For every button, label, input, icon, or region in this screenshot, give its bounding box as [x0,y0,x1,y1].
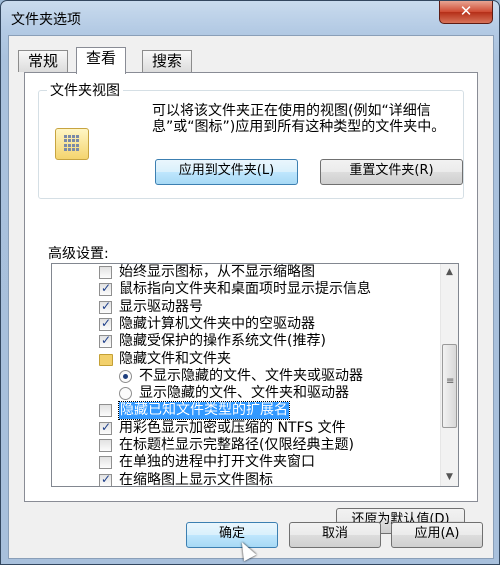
setting-label: 不显示隐藏的文件、文件夹或驱动器 [139,367,363,384]
setting-label: 始终显示图标，从不显示缩略图 [119,264,315,280]
apply-button[interactable]: 应用(A) [391,522,483,548]
setting-label: 隐藏已知文件类型的扩展名 [118,401,290,421]
dialog-panel: 常规 查看 搜索 可以将该文件夹正在使用的视图(例如“详细信息”或“图标”)应用… [8,35,494,559]
folder-views-title: 文件夹视图 [47,80,123,100]
apply-to-folders-button[interactable]: 应用到文件夹(L) [155,159,298,185]
setting-checkbox[interactable] [99,439,112,452]
folder-options-window: 文件夹选项 ✕ 常规 查看 搜索 可以将该文件夹正在使用的视图(例如“详细信息”… [0,0,500,565]
ok-button[interactable]: 确定 [186,522,278,548]
setting-label: 鼠标指向文件夹和桌面项时显示提示信息 [119,281,371,298]
setting-label: 隐藏文件和文件夹 [119,350,231,367]
advanced-settings-label: 高级设置: [48,246,109,262]
window-title: 文件夹选项 [11,12,81,28]
cancel-button[interactable]: 取消 [289,522,381,548]
setting-radio[interactable] [119,369,132,383]
close-button[interactable]: ✕ [439,1,493,24]
tab-view[interactable]: 查看 [76,47,127,74]
tab-search[interactable]: 搜索 [142,50,193,72]
setting-label: 显示驱动器号 [119,298,203,315]
scroll-up-icon[interactable]: ▲ [441,264,458,281]
settings-scrollbar[interactable]: ▲ ≡ ▼ [440,264,458,486]
folder-view-icon [55,128,89,160]
setting-checkbox[interactable] [99,456,112,470]
view-tab-page: 可以将该文件夹正在使用的视图(例如“详细信息”或“图标”)应用到所有这种类型的文… [24,72,478,534]
folder-views-group: 可以将该文件夹正在使用的视图(例如“详细信息”或“图标”)应用到所有这种类型的文… [38,90,464,199]
setting-label: 在标题栏显示完整路径(仅限经典主题) [119,437,354,453]
folder-icon [99,353,113,366]
setting-checkbox[interactable] [99,471,112,486]
setting-label: 在缩略图上显示文件图标 [119,471,273,487]
setting-label: 显示隐藏的文件、文件夹和驱动器 [139,385,349,402]
scroll-down-icon[interactable]: ▼ [441,469,458,486]
setting-checkbox[interactable] [99,332,112,349]
setting-checkbox[interactable] [99,315,112,332]
setting-checkbox[interactable] [99,404,112,418]
setting-checkbox[interactable] [99,419,112,436]
setting-label: 隐藏受保护的操作系统文件(推荐) [119,333,326,350]
scroll-thumb[interactable]: ≡ [442,344,457,428]
folder-views-description: 可以将该文件夹正在使用的视图(例如“详细信息”或“图标”)应用到所有这种类型的文… [152,103,446,135]
advanced-settings-list[interactable]: 始终显示图标，从不显示缩略图鼠标指向文件夹和桌面项时显示提示信息显示驱动器号隐藏… [51,263,459,487]
setting-label: 在单独的进程中打开文件夹窗口 [119,454,315,471]
setting-label: 隐藏计算机文件夹中的空驱动器 [119,315,315,332]
setting-radio[interactable] [119,387,132,401]
setting-label: 用彩色显示加密或压缩的 NTFS 文件 [119,419,346,436]
reset-folders-button[interactable]: 重置文件夹(R) [320,159,463,185]
setting-checkbox[interactable] [99,280,112,297]
setting-checkbox[interactable] [99,266,112,279]
setting-checkbox[interactable] [99,298,112,315]
tab-general[interactable]: 常规 [18,50,69,72]
